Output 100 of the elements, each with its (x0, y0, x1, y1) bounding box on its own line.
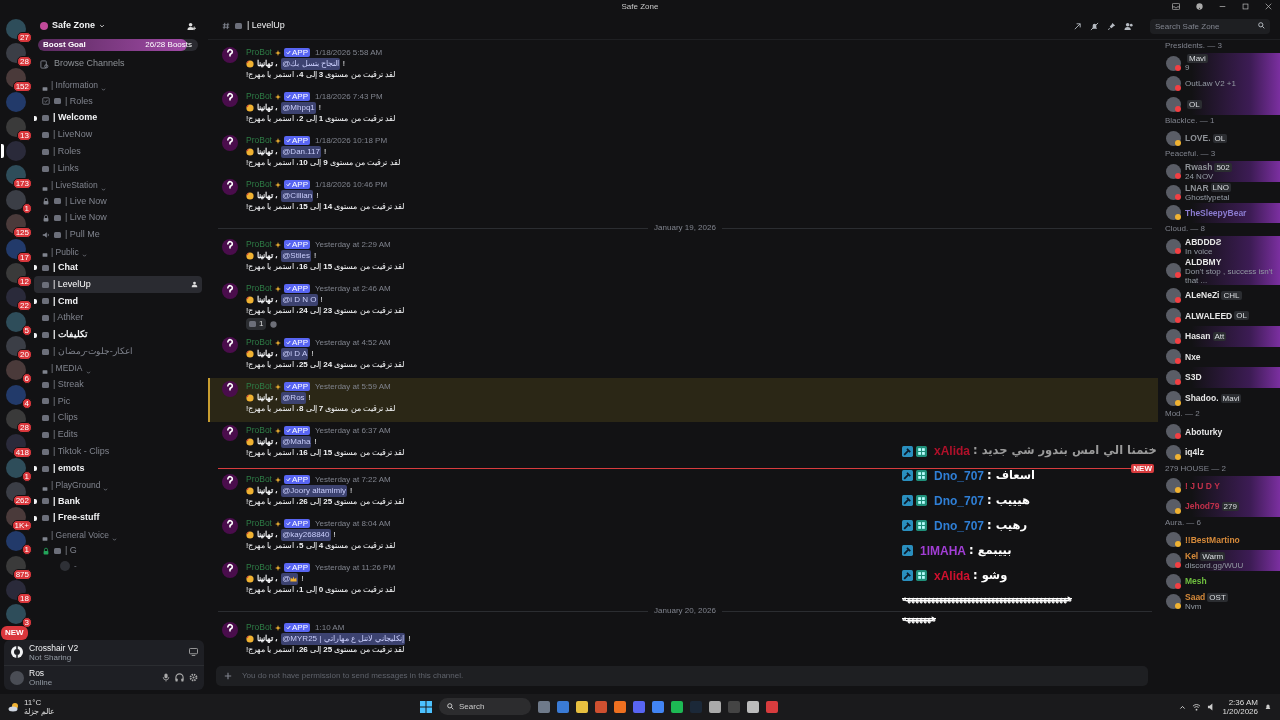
invite-icon[interactable] (187, 21, 196, 31)
channel-item[interactable]: | Tiktok - Clips (34, 443, 202, 461)
add-reaction-icon[interactable] (270, 320, 278, 328)
member-name[interactable]: Nxe (1185, 351, 1201, 362)
category-name[interactable]: | General Voice (51, 528, 109, 542)
author-name[interactable]: ProBot (246, 473, 272, 486)
member-name[interactable]: Kel (1185, 551, 1199, 562)
channel-item[interactable]: | Edits (34, 426, 202, 444)
user-mention[interactable]: @Mhpq1 (281, 101, 316, 114)
microphone-icon[interactable] (162, 673, 170, 683)
members-icon[interactable] (1124, 21, 1134, 31)
channel-item[interactable]: | Pull Me (34, 226, 202, 244)
channel-item[interactable]: | Bank (34, 492, 202, 510)
author-name[interactable]: ProBot (246, 134, 272, 147)
member-item[interactable]: Nxe (1162, 346, 1280, 368)
member-name[interactable]: Hasan (1185, 331, 1211, 342)
channel-item[interactable]: | تكليفات (34, 326, 202, 344)
user-mention[interactable]: @Ros (281, 391, 306, 404)
channel-item[interactable]: | G (34, 542, 202, 560)
channel-item[interactable]: | Live Now (34, 193, 202, 210)
user-mention[interactable]: @النجاح بتسل بك (281, 57, 340, 70)
channel-item[interactable]: | Welcome (34, 109, 202, 127)
member-item[interactable]: ALWALEED OL (1162, 305, 1280, 326)
member-item[interactable]: !!BestMartino (1162, 529, 1280, 551)
taskbar-app-icon[interactable] (557, 700, 569, 713)
user-mention[interactable]: @ (281, 572, 299, 585)
new-badge[interactable]: NEW (1, 626, 28, 640)
channel-item[interactable]: | Cmd (34, 292, 202, 310)
channel-item[interactable]: | Pic (34, 392, 202, 410)
member-name[interactable]: Shadoo. (1185, 393, 1219, 403)
channel-item[interactable]: | اعكار-جلوت-رمضان (34, 343, 202, 361)
author-name[interactable]: ProBot (246, 424, 272, 437)
windows-logo-icon[interactable] (420, 700, 432, 713)
author-name[interactable]: ProBot (246, 517, 272, 530)
category-name[interactable]: | Public (51, 245, 79, 259)
headphones-icon[interactable] (175, 673, 184, 683)
member-name[interactable]: Aboturky (1185, 426, 1223, 437)
member-item[interactable]: iq4lz (1162, 441, 1280, 463)
user-mention[interactable]: @i D A (281, 347, 309, 360)
channel-item[interactable]: | Live Now (34, 209, 202, 227)
taskbar-search[interactable]: Search (439, 698, 531, 715)
user-mention[interactable]: @Maha (281, 435, 312, 448)
user-mention[interactable]: @i D N O (281, 293, 318, 306)
member-name[interactable]: iq4lz (1185, 447, 1204, 458)
author-name[interactable]: ProBot (246, 621, 272, 634)
member-item[interactable]: LOVE. OL (1162, 127, 1280, 149)
member-name[interactable]: ABDDDƧ (1185, 236, 1222, 247)
user-mention[interactable]: @Cillian (281, 189, 314, 202)
member-item[interactable]: Aboturky (1162, 421, 1280, 442)
settings-icon[interactable] (189, 673, 198, 683)
member-item[interactable]: ALeNeZi CHL (1162, 284, 1280, 306)
channel-item[interactable]: | Clips (34, 409, 202, 427)
channel-item[interactable]: | Roles (34, 93, 202, 110)
chevron-up-icon[interactable] (1179, 703, 1187, 711)
user-mention[interactable]: @kay268840 (281, 528, 331, 541)
user-mention[interactable]: @Dan.117 (281, 145, 321, 158)
member-name[interactable]: ALWALEED (1185, 310, 1233, 321)
screen-share-icon[interactable] (189, 648, 198, 657)
taskbar-app-icon[interactable] (614, 700, 626, 713)
member-item[interactable]: Mesh (1162, 570, 1280, 592)
channel-item[interactable]: | Athker (34, 309, 202, 327)
threads-icon[interactable] (1073, 21, 1082, 31)
maximize-icon[interactable] (1242, 3, 1249, 10)
member-item[interactable]: Saad OST Nvm (1162, 591, 1280, 613)
mute-bell-icon[interactable] (1090, 21, 1099, 31)
close-icon[interactable] (1265, 3, 1272, 10)
author-name[interactable]: ProBot (246, 178, 272, 191)
member-name[interactable]: !!BestMartino (1185, 535, 1240, 545)
pin-icon[interactable] (1107, 21, 1116, 31)
invite-icon[interactable] (191, 281, 198, 289)
server-name[interactable]: Safe Zone (52, 19, 95, 33)
taskbar-app-icon[interactable] (671, 700, 683, 713)
category-name[interactable]: | PlayGround (51, 479, 101, 492)
member-item[interactable]: Shadoo. Mavi (1162, 387, 1280, 409)
browse-channels-link[interactable]: Browse Channels (54, 57, 125, 71)
channel-item[interactable]: | LiveNow (34, 126, 202, 144)
reaction-button[interactable]: 1 (246, 318, 267, 330)
taskbar-app-icon[interactable] (652, 700, 664, 713)
member-item[interactable]: LNAR LNO Ghostlypetal (1162, 181, 1280, 203)
taskbar-app-icon[interactable] (747, 700, 759, 713)
member-name[interactable]: LOVE. (1185, 133, 1211, 144)
author-name[interactable]: ProBot (246, 238, 272, 251)
minimize-icon[interactable] (1219, 3, 1226, 10)
author-name[interactable]: ProBot (246, 282, 272, 295)
member-name[interactable]: S3D (1185, 372, 1202, 383)
member-name[interactable]: Saad (1185, 592, 1206, 603)
help-icon[interactable] (1196, 3, 1203, 10)
channel-item[interactable]: | Chat (34, 259, 202, 277)
channel-item[interactable]: | Free-stuff (34, 509, 202, 527)
inbox-icon[interactable] (1172, 3, 1180, 10)
category-name[interactable]: | Information (51, 79, 99, 92)
channel-item[interactable]: | Links (34, 160, 202, 177)
channel-item[interactable]: | Roles (34, 143, 202, 161)
user-mention[interactable]: @MYR25 | إنكليجاني لاتنل ع مهاراتي (281, 632, 406, 645)
wifi-icon[interactable] (1192, 703, 1202, 711)
search-field[interactable]: Search Safe Zone (1150, 18, 1270, 34)
author-name[interactable]: ProBot (246, 561, 272, 574)
channel-item[interactable]: | Streak (34, 376, 202, 393)
author-name[interactable]: ProBot (246, 90, 272, 103)
member-name[interactable]: ALeNeZi (1185, 290, 1220, 301)
